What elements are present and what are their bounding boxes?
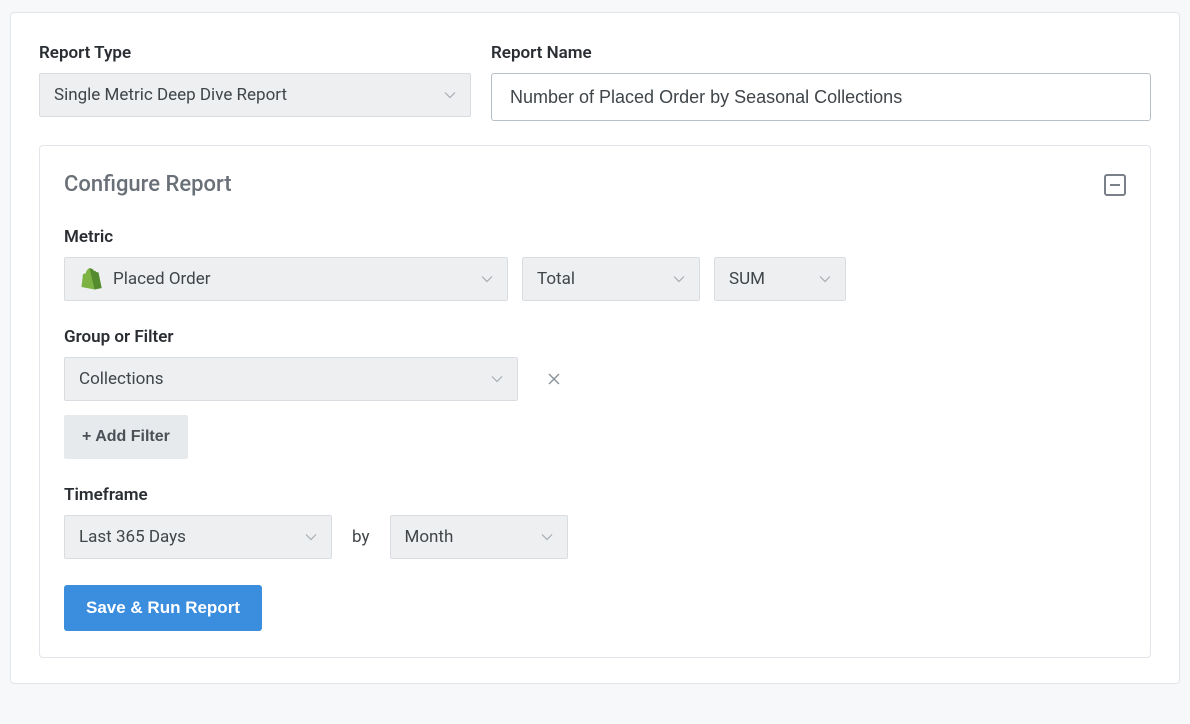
add-filter-label: + Add Filter bbox=[82, 428, 170, 446]
report-type-select[interactable]: Single Metric Deep Dive Report bbox=[39, 73, 471, 117]
report-type-value: Single Metric Deep Dive Report bbox=[54, 85, 287, 105]
metric-label: Metric bbox=[64, 227, 1126, 247]
remove-filter-icon[interactable] bbox=[542, 369, 566, 390]
group-filter-section: Group or Filter Collections + Add Filter bbox=[64, 327, 1126, 459]
timeframe-by-label: by bbox=[346, 527, 376, 547]
timeframe-section: Timeframe Last 365 Days by Month bbox=[64, 485, 1126, 559]
save-run-button[interactable]: Save & Run Report bbox=[64, 585, 262, 631]
chevron-down-icon bbox=[819, 275, 831, 283]
group-filter-select[interactable]: Collections bbox=[64, 357, 518, 401]
report-name-field: Report Name bbox=[491, 43, 1151, 121]
configure-title: Configure Report bbox=[64, 172, 232, 197]
collapse-button[interactable] bbox=[1104, 174, 1126, 196]
report-name-input[interactable] bbox=[491, 73, 1151, 121]
report-type-label: Report Type bbox=[39, 43, 471, 63]
report-name-label: Report Name bbox=[491, 43, 1151, 63]
aggregation2-value: SUM bbox=[729, 269, 765, 289]
chevron-down-icon bbox=[481, 275, 493, 283]
metric-value: Placed Order bbox=[113, 269, 471, 289]
save-run-label: Save & Run Report bbox=[86, 598, 240, 618]
chevron-down-icon bbox=[541, 533, 553, 541]
aggregation2-select[interactable]: SUM bbox=[714, 257, 846, 301]
header-row: Report Type Single Metric Deep Dive Repo… bbox=[39, 43, 1151, 121]
configure-header: Configure Report bbox=[64, 172, 1126, 197]
report-type-field: Report Type Single Metric Deep Dive Repo… bbox=[39, 43, 471, 121]
chevron-down-icon bbox=[491, 375, 503, 383]
report-builder-panel: Report Type Single Metric Deep Dive Repo… bbox=[10, 12, 1180, 684]
timeframe-unit-value: Month bbox=[405, 527, 454, 547]
group-filter-label: Group or Filter bbox=[64, 327, 1126, 347]
aggregation1-select[interactable]: Total bbox=[522, 257, 700, 301]
chevron-down-icon bbox=[305, 533, 317, 541]
aggregation1-value: Total bbox=[537, 269, 575, 289]
timeframe-unit-select[interactable]: Month bbox=[390, 515, 568, 559]
metric-select[interactable]: Placed Order bbox=[64, 257, 508, 301]
group-filter-value: Collections bbox=[79, 369, 164, 389]
timeframe-range-select[interactable]: Last 365 Days bbox=[64, 515, 332, 559]
timeframe-label: Timeframe bbox=[64, 485, 1126, 505]
add-filter-button[interactable]: + Add Filter bbox=[64, 415, 188, 459]
chevron-down-icon bbox=[673, 275, 685, 283]
shopify-icon bbox=[79, 267, 103, 291]
configure-report-card: Configure Report Metric Placed Order bbox=[39, 145, 1151, 658]
chevron-down-icon bbox=[444, 91, 456, 99]
metric-section: Metric Placed Order Total bbox=[64, 227, 1126, 301]
minus-icon bbox=[1110, 184, 1120, 186]
timeframe-range-value: Last 365 Days bbox=[79, 527, 186, 547]
